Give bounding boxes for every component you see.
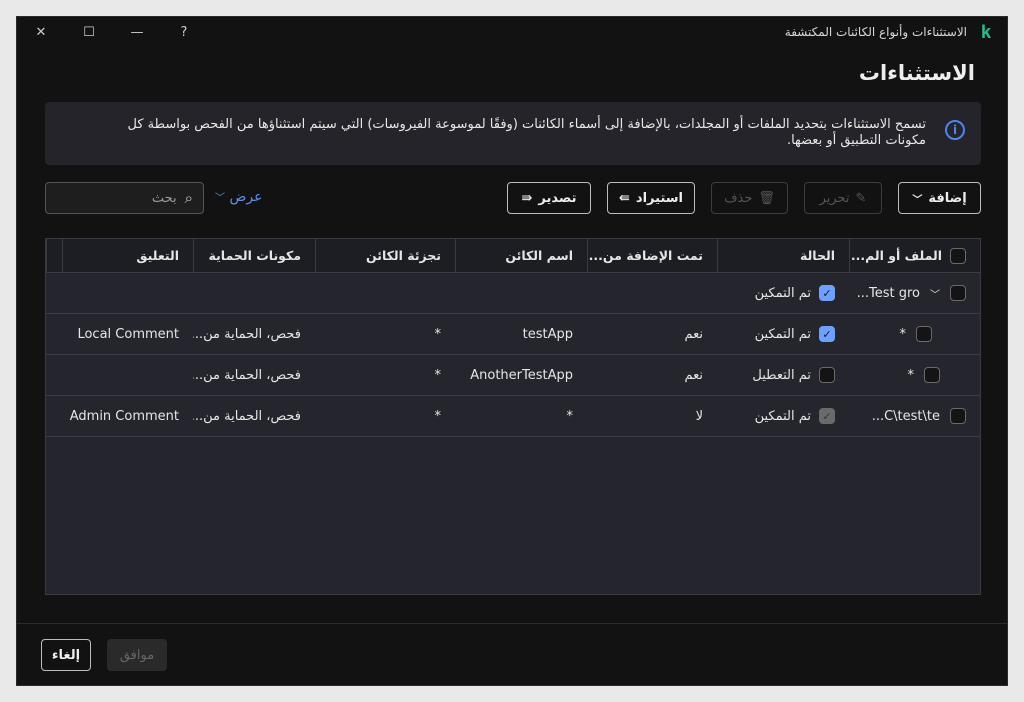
status-checkbox[interactable]: ✓ xyxy=(819,408,835,424)
export-label: تصدير xyxy=(538,191,576,206)
status-checkbox[interactable]: ✓ xyxy=(819,326,835,342)
search-input[interactable]: بحث ⌕ xyxy=(45,182,204,214)
header-object-hash[interactable]: تجزئة الكائن xyxy=(315,239,455,272)
object-hash-cell: * xyxy=(315,396,455,436)
cancel-button[interactable]: إلغاء xyxy=(41,639,91,671)
search-icon: ⌕ xyxy=(185,189,193,207)
add-label: إضافة xyxy=(928,191,966,206)
import-label: استيراد xyxy=(636,191,683,206)
pencil-icon: ✎ xyxy=(856,191,867,206)
ok-button[interactable]: موافق xyxy=(107,639,167,671)
table-row[interactable]: C\test\te... ✓ تم التمكين لا * * فحص، الح… xyxy=(46,396,980,437)
import-button[interactable]: استيراد ⇚ xyxy=(607,182,695,214)
group-status-checkbox[interactable]: ✓ xyxy=(819,285,835,301)
header-components[interactable]: مكونات الحماية xyxy=(193,239,315,272)
added-from-cell: نعم xyxy=(587,355,717,395)
minimize-button[interactable]: — xyxy=(125,23,149,43)
kaspersky-logo-icon: k xyxy=(981,22,991,43)
file-path: * xyxy=(900,327,907,342)
status-cell: ✓ تم التمكين xyxy=(717,396,849,436)
close-button[interactable]: ✕ xyxy=(29,23,53,43)
exclusions-window: ✕ ☐ — ? الاستثناءات وأنواع الكائنات المك… xyxy=(16,16,1008,686)
chevron-down-icon: ﹀ xyxy=(912,191,922,206)
comment-cell: Admin Comment xyxy=(62,396,193,436)
object-name-cell: AnotherTestApp xyxy=(455,355,587,395)
status-text: تم التمكين xyxy=(755,327,811,342)
components-cell: فحص، الحماية من... xyxy=(193,314,315,354)
group-row[interactable]: ﹀ Test gro... ✓ تم التمكين xyxy=(46,273,980,314)
added-from-cell: لا xyxy=(587,396,717,436)
header-status[interactable]: الحالة xyxy=(717,239,849,272)
edit-button[interactable]: ✎ تحرير xyxy=(804,182,882,214)
group-checkbox[interactable] xyxy=(950,285,966,301)
object-name-cell: testApp xyxy=(455,314,587,354)
file-path: * xyxy=(908,368,915,383)
table-header: الملف أو الم... الحالة تمت الإضافة من...… xyxy=(46,239,980,273)
components-cell: فحص، الحماية من... xyxy=(193,396,315,436)
object-name-cell: * xyxy=(455,396,587,436)
status-text: تم التعطيل xyxy=(752,368,811,383)
group-status: تم التمكين xyxy=(755,286,811,301)
group-name: Test gro... xyxy=(857,286,920,301)
status-cell: تم التعطيل xyxy=(717,355,849,395)
table-row[interactable]: * تم التعطيل نعم AnotherTestApp * فحص، ا… xyxy=(46,355,980,396)
file-cell: * xyxy=(849,355,980,395)
exclusions-table: الملف أو الم... الحالة تمت الإضافة من...… xyxy=(45,238,981,595)
header-label: الملف أو الم... xyxy=(851,248,942,263)
comment-cell xyxy=(62,355,193,395)
view-dropdown[interactable]: عرض ﹀ xyxy=(215,189,262,205)
object-hash-cell: * xyxy=(315,314,455,354)
page-title: الاستثناءات xyxy=(859,61,975,85)
table-row[interactable]: * ✓ تم التمكين نعم testApp * فحص، الحماية… xyxy=(46,314,980,355)
status-checkbox[interactable] xyxy=(819,367,835,383)
search-placeholder: بحث xyxy=(152,191,177,206)
header-object-name[interactable]: اسم الكائن xyxy=(455,239,587,272)
info-text: تسمح الاستثناءات بتحديد الملفات أو المجل… xyxy=(96,117,926,149)
group-status-cell: ✓ تم التمكين xyxy=(717,273,849,313)
file-cell: * xyxy=(849,314,980,354)
import-icon: ⇚ xyxy=(619,191,630,206)
window-title: الاستثناءات وأنواع الكائنات المكتشفة xyxy=(785,25,967,39)
delete-label: حذف xyxy=(724,191,752,206)
row-checkbox[interactable] xyxy=(916,326,932,342)
components-cell: فحص، الحماية من... xyxy=(193,355,315,395)
header-comment[interactable]: التعليق xyxy=(62,239,193,272)
maximize-button[interactable]: ☐ xyxy=(77,23,101,43)
trash-icon: 🗑 xyxy=(758,191,775,206)
status-text: تم التمكين xyxy=(755,409,811,424)
comment-cell: Local Comment xyxy=(62,314,193,354)
add-button[interactable]: إضافة ﹀ xyxy=(898,182,981,214)
header-spacer xyxy=(46,239,62,272)
object-hash-cell: * xyxy=(315,355,455,395)
view-label: عرض xyxy=(229,189,262,205)
file-cell: C\test\te... xyxy=(849,396,980,436)
info-banner: i تسمح الاستثناءات بتحديد الملفات أو الم… xyxy=(45,102,981,165)
row-checkbox[interactable] xyxy=(950,408,966,424)
added-from-cell: نعم xyxy=(587,314,717,354)
status-cell: ✓ تم التمكين xyxy=(717,314,849,354)
group-file-cell: ﹀ Test gro... xyxy=(849,273,980,313)
row-checkbox[interactable] xyxy=(924,367,940,383)
export-icon: ⇛ xyxy=(521,191,532,206)
info-icon: i xyxy=(945,120,965,140)
chevron-down-icon: ﹀ xyxy=(215,193,225,204)
file-path: C\test\te... xyxy=(872,409,940,424)
help-button[interactable]: ? xyxy=(172,23,196,43)
select-all-checkbox[interactable] xyxy=(950,248,966,264)
header-file[interactable]: الملف أو الم... xyxy=(849,239,980,272)
delete-button[interactable]: 🗑 حذف xyxy=(711,182,788,214)
chevron-down-icon[interactable]: ﹀ xyxy=(930,286,940,301)
edit-label: تحرير xyxy=(820,191,850,206)
header-added-from[interactable]: تمت الإضافة من... xyxy=(587,239,717,272)
export-button[interactable]: تصدير ⇛ xyxy=(507,182,591,214)
